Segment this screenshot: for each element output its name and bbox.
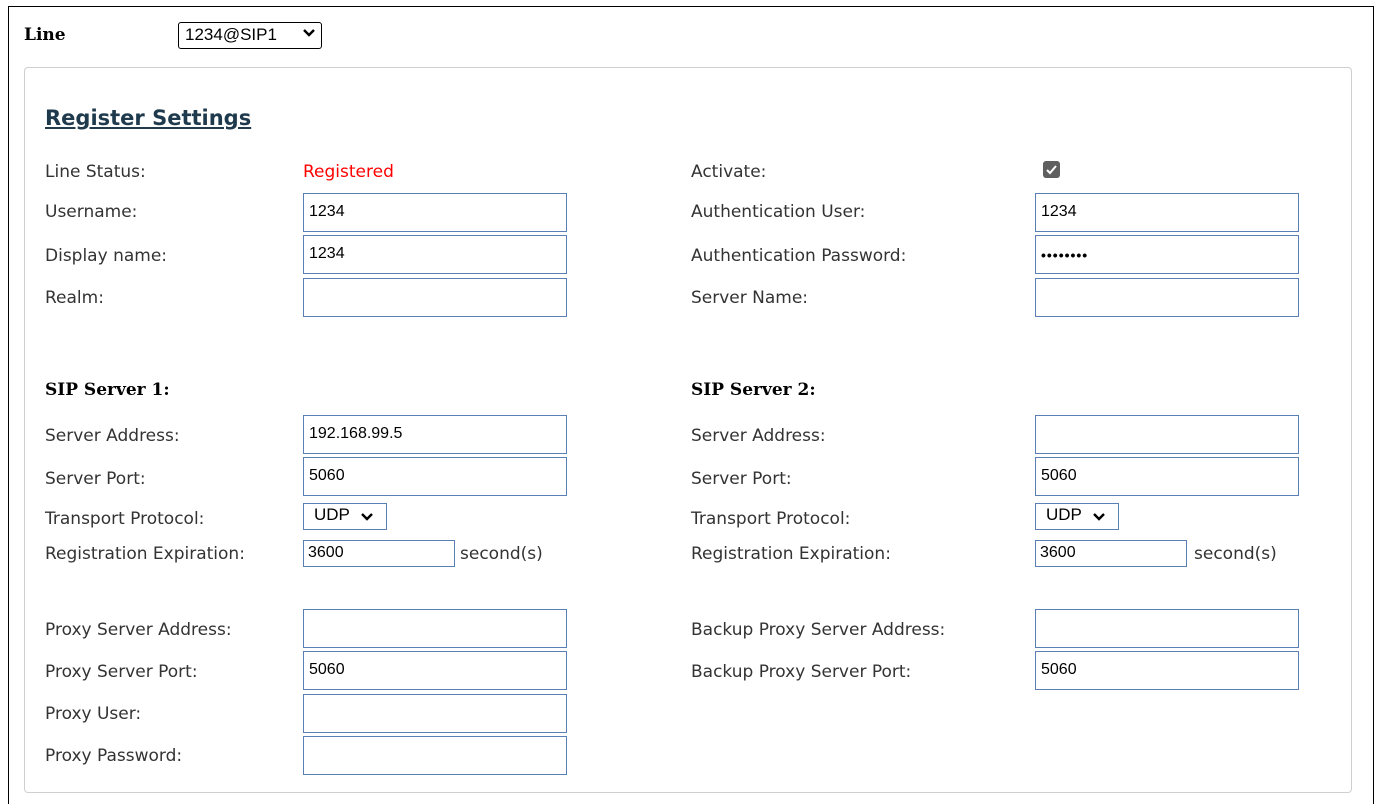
proxy-password-label: Proxy Password: xyxy=(45,746,183,766)
proxy-user-label: Proxy User: xyxy=(45,704,142,724)
line-label: Line xyxy=(24,25,66,45)
username-label: Username: xyxy=(45,202,138,222)
realm-label: Realm: xyxy=(45,288,104,308)
server-name-label: Server Name: xyxy=(691,288,809,308)
auth-password-label: Authentication Password: xyxy=(691,246,907,266)
checkmark-icon xyxy=(1046,165,1057,175)
sip1-transport-label: Transport Protocol: xyxy=(45,509,205,529)
username-input[interactable]: 1234 xyxy=(303,193,567,232)
proxy-address-input[interactable] xyxy=(303,609,567,648)
proxy-password-input[interactable] xyxy=(303,736,567,775)
sip1-transport-select[interactable]: UDP xyxy=(303,503,387,530)
sip2-port-label: Server Port: xyxy=(691,469,792,489)
sip1-expiration-label: Registration Expiration: xyxy=(45,544,245,564)
display-name-input[interactable]: 1234 xyxy=(303,235,567,274)
server-name-input[interactable] xyxy=(1035,278,1299,317)
backup-proxy-address-input[interactable] xyxy=(1035,609,1299,648)
line-select-value: 1234@SIP1 xyxy=(185,25,277,44)
proxy-port-input[interactable]: 5060 xyxy=(303,651,567,690)
sip1-address-label: Server Address: xyxy=(45,426,180,446)
sip1-transport-value: UDP xyxy=(314,505,350,524)
chevron-down-icon xyxy=(1093,513,1105,521)
backup-proxy-port-label: Backup Proxy Server Port: xyxy=(691,662,912,682)
auth-user-label: Authentication User: xyxy=(691,202,866,222)
sip2-transport-select[interactable]: UDP xyxy=(1035,503,1119,530)
chevron-down-icon xyxy=(361,513,373,521)
sip2-expiration-label: Registration Expiration: xyxy=(691,544,891,564)
sip1-address-input[interactable]: 192.168.99.5 xyxy=(303,415,567,454)
section-title: Register Settings xyxy=(45,106,252,130)
sip2-port-input[interactable]: 5060 xyxy=(1035,457,1299,496)
chevron-down-icon xyxy=(303,29,315,37)
sip-server-2-title: SIP Server 2: xyxy=(691,380,816,400)
line-status-value: Registered xyxy=(303,162,394,182)
activate-checkbox[interactable] xyxy=(1043,161,1060,178)
sip2-address-label: Server Address: xyxy=(691,426,826,446)
backup-proxy-port-input[interactable]: 5060 xyxy=(1035,651,1299,690)
sip1-port-input[interactable]: 5060 xyxy=(303,457,567,496)
auth-password-input[interactable]: •••••••• xyxy=(1035,235,1299,274)
proxy-user-input[interactable] xyxy=(303,694,567,733)
realm-input[interactable] xyxy=(303,278,567,317)
proxy-port-label: Proxy Server Port: xyxy=(45,662,198,682)
sip2-transport-label: Transport Protocol: xyxy=(691,509,851,529)
sip2-transport-value: UDP xyxy=(1046,505,1082,524)
backup-proxy-address-label: Backup Proxy Server Address: xyxy=(691,620,946,640)
sip2-expiration-input[interactable]: 3600 xyxy=(1035,540,1187,567)
display-name-label: Display name: xyxy=(45,246,168,266)
proxy-address-label: Proxy Server Address: xyxy=(45,620,232,640)
sip1-expiration-unit: second(s) xyxy=(460,544,543,564)
sip1-expiration-input[interactable]: 3600 xyxy=(303,540,455,567)
line-select[interactable]: 1234@SIP1 xyxy=(178,22,322,49)
line-status-label: Line Status: xyxy=(45,162,146,182)
auth-user-input[interactable]: 1234 xyxy=(1035,193,1299,232)
sip1-port-label: Server Port: xyxy=(45,469,146,489)
sip2-expiration-unit: second(s) xyxy=(1194,544,1277,564)
sip2-address-input[interactable] xyxy=(1035,415,1299,454)
activate-label: Activate: xyxy=(691,162,767,182)
sip-server-1-title: SIP Server 1: xyxy=(45,380,170,400)
